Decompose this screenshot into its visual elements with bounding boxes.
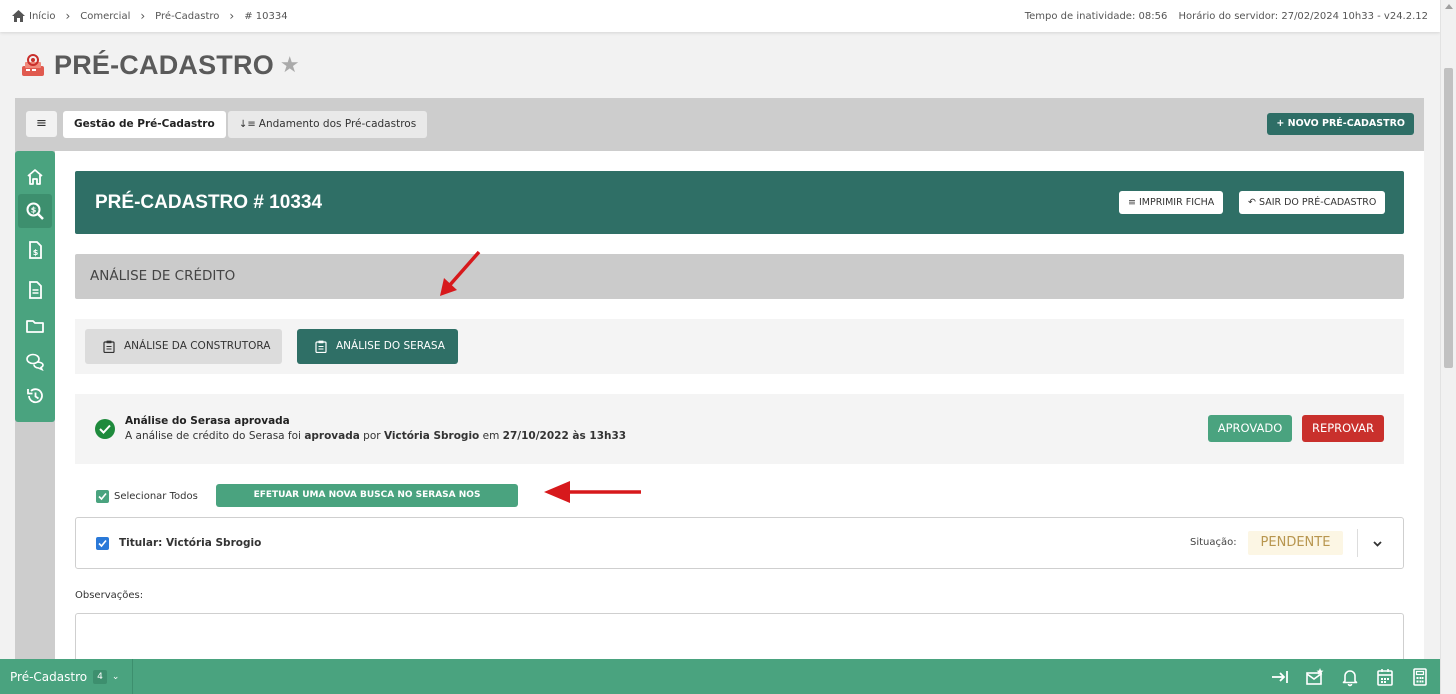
reply-icon: ↶	[1248, 197, 1259, 208]
breadcrumb-separator-icon: ›	[140, 9, 146, 23]
document-icon[interactable]	[18, 273, 52, 307]
exit-arrow-icon[interactable]	[1270, 667, 1290, 687]
breadcrumb-comercial[interactable]: Comercial	[80, 11, 130, 22]
search-money-icon[interactable]: $	[18, 194, 52, 228]
status-badge: PENDENTE	[1248, 531, 1343, 555]
module-name: Pré-Cadastro	[10, 669, 88, 684]
new-pre-cadastro-button[interactable]: + NOVO PRÉ-CADASTRO	[1267, 113, 1414, 135]
status-desc-by: por	[359, 430, 384, 442]
server-status: Tempo de inatividade: 08:56 Horário do s…	[1025, 11, 1428, 22]
record-header: PRÉ-CADASTRO # 10334 ≡ IMPRIMIR FICHA ↶ …	[75, 171, 1404, 234]
invoice-icon[interactable]: $	[18, 233, 52, 267]
analysis-subtabs: ANÁLISE DA CONSTRUTORA ANÁLISE DO SERASA	[75, 319, 1404, 374]
breadcrumb-separator-icon: ›	[65, 9, 71, 23]
analysis-status: Análise do Serasa aprovada A análise de …	[75, 394, 1404, 464]
mail-star-icon[interactable]	[1305, 667, 1325, 687]
bell-icon[interactable]	[1340, 667, 1360, 687]
calendar-icon[interactable]	[1375, 667, 1395, 687]
status-desc-user: Victória Sbrogio	[383, 430, 480, 442]
annotation-arrow-2	[544, 481, 641, 503]
home-icon	[12, 10, 25, 22]
tab-bar: ≡ Gestão de Pré-Cadastro ↓≡ Andamento dos…	[15, 98, 1424, 151]
page-title: PRÉ-CADASTRO	[54, 50, 274, 80]
list-icon: ≡	[1128, 197, 1139, 208]
sort-icon: ↓≡	[239, 119, 256, 130]
select-all-checkbox[interactable]	[96, 489, 109, 503]
select-all-row: Selecionar Todos	[96, 484, 198, 508]
new-serasa-search-button[interactable]: EFETUAR UMA NOVA BUSCA NO SERASA NOS SEL…	[216, 484, 518, 523]
register-icon	[22, 53, 44, 76]
situacao-label: Situação:	[1190, 537, 1237, 548]
reject-button[interactable]: REPROVAR	[1302, 415, 1384, 442]
favorite-star-icon[interactable]: ★	[280, 53, 300, 78]
module-count: 4	[93, 669, 107, 684]
breadcrumb-home[interactable]: Início	[29, 11, 55, 22]
annotation-arrow-1	[440, 250, 481, 296]
chevron-down-icon: ⌄	[111, 671, 120, 682]
scroll-thumb[interactable]	[1444, 68, 1453, 368]
tab-andamento-label: Andamento dos Pré-cadastros	[258, 118, 417, 130]
status-desc-date: 27/10/2022 às 13h33	[502, 430, 627, 442]
subtab-serasa[interactable]: ANÁLISE DO SERASA	[297, 329, 458, 364]
subtab-construtora[interactable]: ANÁLISE DA CONSTRUTORA	[85, 329, 282, 364]
titular-checkbox[interactable]	[96, 537, 109, 550]
exit-button[interactable]: ↶ SAIR DO PRÉ-CADASTRO	[1239, 191, 1386, 214]
svg-text:$: $	[31, 206, 37, 215]
titular-label: Titular: Victória Sbrogio	[119, 537, 262, 549]
breadcrumb: Início › Comercial › Pré-Cadastro › # 10…	[12, 9, 288, 23]
chat-icon[interactable]	[18, 344, 52, 378]
status-description: A análise de crédito do Serasa foi aprov…	[125, 430, 626, 442]
status-desc-prefix: A análise de crédito do Serasa foi	[125, 430, 305, 442]
print-button-label: IMPRIMIR FICHA	[1138, 197, 1215, 208]
check-circle-icon	[95, 419, 115, 439]
tab-andamento[interactable]: ↓≡ Andamento dos Pré-cadastros	[228, 111, 428, 138]
divider	[1357, 529, 1358, 557]
home-icon[interactable]	[18, 160, 52, 194]
breadcrumb-current: # 10334	[244, 10, 288, 22]
section-bar: ANÁLISE DE CRÉDITO	[75, 254, 1404, 299]
breadcrumb-pre-cadastro[interactable]: Pré-Cadastro	[155, 11, 219, 22]
tab-gestao[interactable]: Gestão de Pré-Cadastro	[63, 111, 226, 138]
calculator-icon[interactable]	[1410, 667, 1430, 687]
clipboard-icon	[315, 340, 327, 353]
sidebar: $ $	[15, 151, 55, 422]
module-switcher[interactable]: Pré-Cadastro 4 ⌄	[0, 659, 133, 694]
server-time: Horário do servidor: 27/02/2024 10h33 - …	[1178, 10, 1428, 22]
record-title: PRÉ-CADASTRO # 10334	[95, 192, 323, 213]
page-title-block: PRÉ-CADASTRO ★	[20, 50, 300, 81]
top-bar: Início › Comercial › Pré-Cadastro › # 10…	[0, 0, 1440, 32]
checkmark-icon	[98, 539, 107, 548]
titular-row: Titular: Victória Sbrogio Situação: PEND…	[75, 517, 1404, 569]
menu-button[interactable]: ≡	[26, 111, 57, 137]
subtab-serasa-label: ANÁLISE DO SERASA	[336, 340, 445, 352]
status-desc-status: aprovada	[304, 430, 360, 442]
clipboard-icon	[103, 340, 115, 353]
inactivity-time: Tempo de inatividade: 08:56	[1024, 10, 1168, 22]
exit-button-label: SAIR DO PRÉ-CADASTRO	[1258, 197, 1377, 208]
approved-button[interactable]: APROVADO	[1208, 415, 1292, 442]
vertical-scrollbar[interactable]	[1440, 0, 1456, 694]
breadcrumb-separator-icon: ›	[229, 9, 235, 23]
subtab-construtora-label: ANÁLISE DA CONSTRUTORA	[124, 340, 271, 352]
bottom-icons	[1255, 667, 1430, 687]
checkmark-icon	[98, 492, 107, 500]
status-desc-on: em	[479, 430, 503, 442]
scroll-up-icon[interactable]	[1445, 4, 1453, 9]
bottom-bar: Pré-Cadastro 4 ⌄	[0, 659, 1440, 694]
select-all-label[interactable]: Selecionar Todos	[114, 491, 198, 502]
section-title: ANÁLISE DE CRÉDITO	[90, 268, 236, 284]
svg-text:$: $	[33, 248, 39, 257]
chevron-down-icon[interactable]	[1372, 538, 1383, 549]
observacoes-label: Observações:	[75, 590, 144, 601]
folder-icon[interactable]	[18, 309, 52, 343]
history-icon[interactable]	[18, 379, 52, 413]
status-title: Análise do Serasa aprovada	[125, 415, 290, 427]
print-button[interactable]: ≡ IMPRIMIR FICHA	[1119, 191, 1224, 214]
